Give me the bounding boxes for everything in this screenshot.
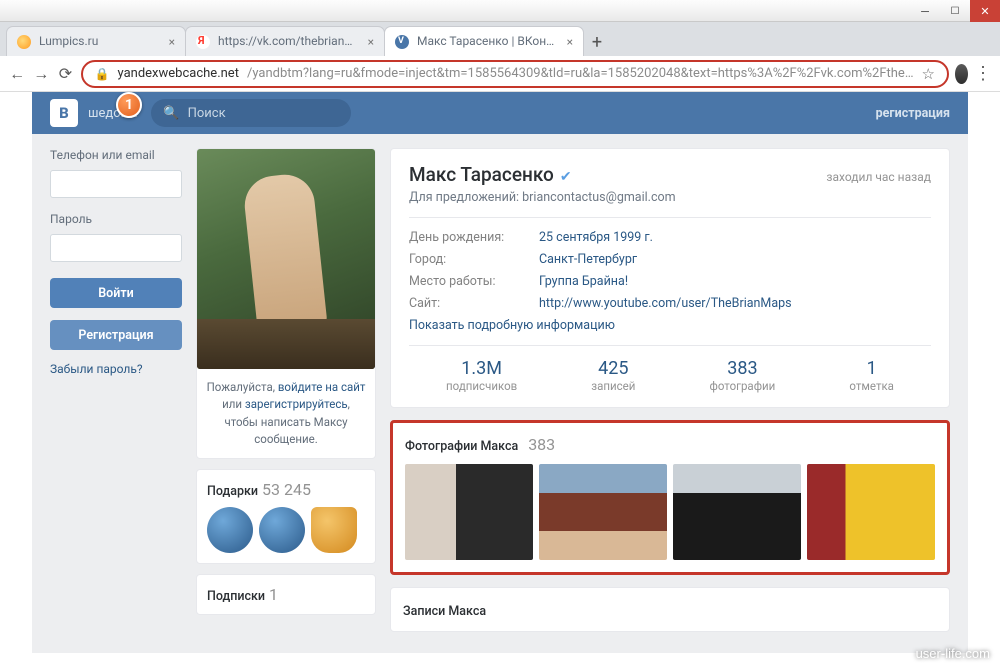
photos-title[interactable]: Фотографии Макса [405,439,518,454]
callout-1: 1 [116,92,142,118]
gifts-block[interactable]: Подарки 53 245 [196,469,376,564]
maximize-button[interactable] [940,0,970,22]
login-panel: Телефон или email Пароль Войти Регистрац… [50,148,182,639]
bookmark-star-icon[interactable]: ☆ [922,65,935,83]
tab-lumpics[interactable]: Lumpics.ru × [6,26,186,56]
tab-label: Макс Тарасенко | ВКонтакте [417,34,559,48]
browser-toolbar: ← → ⟳ 🔒 yandexwebcache.net /yandbtm?lang… [0,56,1000,92]
forward-button[interactable]: → [32,60,50,88]
close-tab-icon[interactable]: × [567,35,573,49]
gift-item[interactable] [259,507,305,553]
password-field-label: Пароль [50,212,182,226]
avatar-card: Пожалуйста, войдите на сайт или зарегист… [196,148,376,459]
close-tab-icon[interactable]: × [169,35,175,49]
favicon-icon [17,35,31,49]
vk-header: B шедома 🔍 Поиск регистрация [32,92,968,134]
info-value[interactable]: Санкт-Петербург [539,252,637,267]
register-link[interactable]: регистрация [876,106,950,121]
login-field-label: Телефон или email [50,148,182,162]
browser-tabstrip: Lumpics.ru × https://vk.com/thebrianmaps… [0,22,1000,56]
tab-label: https://vk.com/thebrianmaps sit… [218,34,360,48]
new-tab-button[interactable]: + [583,28,611,56]
login-prompt: Пожалуйста, войдите на сайт или зарегист… [197,369,375,458]
verified-icon: ✔ [560,169,572,185]
search-input[interactable]: 🔍 Поиск [151,99,351,127]
last-seen: заходил час назад [826,170,931,184]
gift-item[interactable] [311,507,357,553]
photo-thumb[interactable] [405,464,533,560]
address-bar[interactable]: 🔒 yandexwebcache.net /yandbtm?lang=ru&fm… [81,60,949,88]
info-row: День рождения:25 сентября 1999 г. [409,230,931,245]
info-row: Место работы:Группа Брайна! [409,274,931,289]
main-column: Макс Тарасенко ✔ заходил час назад Для п… [390,148,950,639]
photo-thumb[interactable] [807,464,935,560]
close-window-button[interactable] [970,0,1000,22]
close-tab-icon[interactable]: × [368,35,374,49]
profile-stats: 1.3Mподписчиков 425записей 383фотографии… [409,358,931,393]
reload-button[interactable]: ⟳ [56,60,74,88]
forgot-password-link[interactable]: Забыли пароль? [50,362,182,376]
info-row: Город:Санкт-Петербург [409,252,931,267]
gifts-title: Подарки [207,484,258,499]
url-host: yandexwebcache.net [118,66,239,81]
photo-row [405,464,935,560]
watermark: user-life.com [916,646,990,661]
search-placeholder: Поиск [188,106,226,121]
favicon-icon [196,35,210,49]
photo-thumb[interactable] [539,464,667,560]
vk-logo-icon[interactable]: B [50,99,78,127]
info-value[interactable]: 25 сентября 1999 г. [539,230,653,245]
photos-count: 383 [528,435,555,454]
info-value[interactable]: http://www.youtube.com/user/TheBrianMaps [539,296,792,311]
info-label: День рождения: [409,230,539,245]
stat-followers[interactable]: 1.3Mподписчиков [446,358,517,393]
back-button[interactable]: ← [8,60,26,88]
tab-label: Lumpics.ru [39,34,161,48]
profile-avatar[interactable] [197,149,375,369]
info-label: Место работы: [409,274,539,289]
tab-vk-profile[interactable]: Макс Тарасенко | ВКонтакте × [384,26,584,56]
stat-posts[interactable]: 425записей [591,358,635,393]
photo-thumb[interactable] [673,464,801,560]
extension-icon[interactable] [955,64,968,84]
subs-count: 1 [269,585,278,604]
info-label: Сайт: [409,296,539,311]
password-input[interactable] [50,234,182,262]
login-input[interactable] [50,170,182,198]
login-link[interactable]: войдите на сайт [278,380,366,394]
wall-title[interactable]: Записи Макса [403,604,486,619]
lock-icon: 🔒 [95,67,110,81]
info-value[interactable]: Группа Брайна! [539,274,628,289]
window-titlebar [0,0,1000,22]
gifts-count: 53 245 [262,480,311,499]
minimize-button[interactable] [910,0,940,22]
stat-tags[interactable]: 1отметка [849,358,894,393]
favicon-icon [395,35,409,49]
register-button[interactable]: Регистрация [50,320,182,350]
gift-item[interactable] [207,507,253,553]
profile-name: Макс Тарасенко [409,163,554,186]
register-link-inline[interactable]: зарегистрируйтесь [245,397,348,411]
profile-status: Для предложений: briancontactus@gmail.co… [409,190,931,205]
vk-content: Телефон или email Пароль Войти Регистрац… [32,134,968,653]
search-icon: 🔍 [163,106,179,121]
wall-block: Записи Макса [390,587,950,632]
subscriptions-block[interactable]: Подписки 1 [196,574,376,615]
info-row: Сайт:http://www.youtube.com/user/TheBria… [409,296,931,311]
subs-title: Подписки [207,589,265,604]
login-button[interactable]: Войти [50,278,182,308]
browser-menu-button[interactable]: ⋮ [974,63,992,84]
profile-header: Макс Тарасенко ✔ заходил час назад Для п… [390,148,950,408]
photos-block: 2 Фотографии Макса 383 [390,420,950,575]
gifts-row [207,507,365,553]
show-more-info[interactable]: Показать подробную информацию [409,318,931,333]
tab-yandex-search[interactable]: https://vk.com/thebrianmaps sit… × [185,26,385,56]
url-path: /yandbtm?lang=ru&fmode=inject&tm=1585564… [247,66,914,81]
info-label: Город: [409,252,539,267]
vk-app: B шедома 🔍 Поиск регистрация Телефон или… [32,92,968,653]
stat-photos[interactable]: 383фотографии [710,358,776,393]
sidebar-column: Пожалуйста, войдите на сайт или зарегист… [196,148,376,639]
